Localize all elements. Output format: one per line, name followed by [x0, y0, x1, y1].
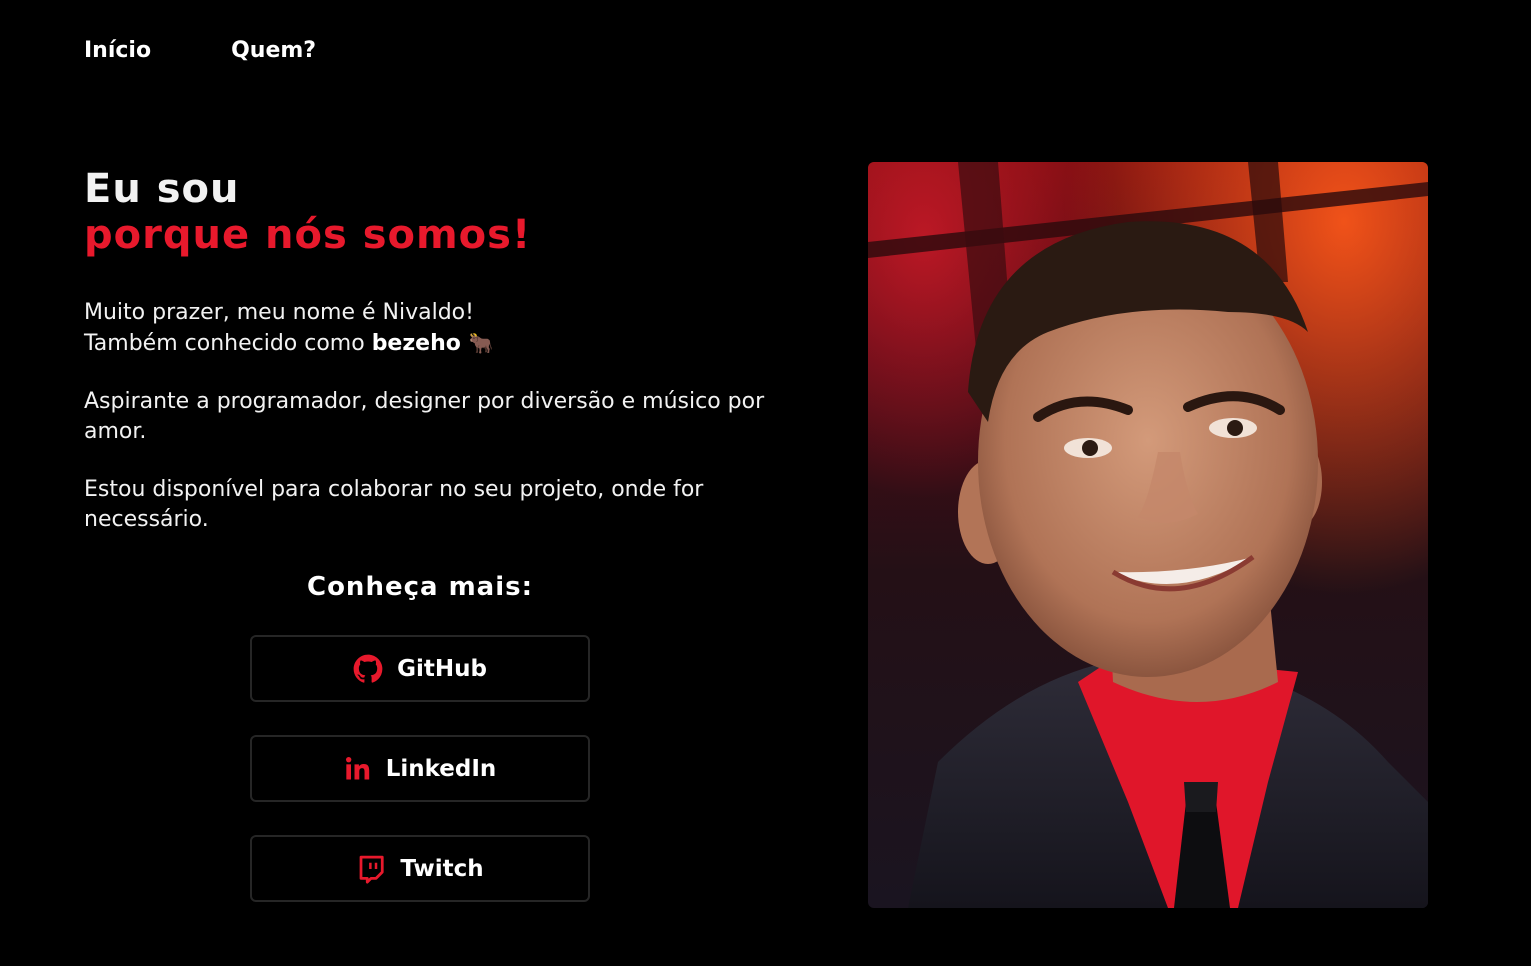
hero-title: Eu sou porque nós somos! — [84, 166, 531, 258]
description-text: Aspirante a programador, designer por di… — [84, 389, 765, 444]
intro-paragraph-name: Muito prazer, meu nome é Nivaldo! Também… — [84, 298, 774, 359]
twitch-label: Twitch — [400, 855, 484, 882]
linkedin-button[interactable]: LinkedIn — [250, 735, 590, 802]
nav-link-quem[interactable]: Quem? — [231, 36, 316, 66]
hero-title-line2: porque nós somos! — [84, 212, 532, 258]
alias-name: bezeho — [371, 331, 461, 356]
twitch-icon — [356, 854, 386, 884]
twitch-button[interactable]: Twitch — [250, 835, 590, 902]
social-links: GitHub LinkedIn Twitch — [250, 635, 590, 935]
greeting-text: Muito prazer, meu nome é Nivaldo! — [84, 300, 474, 325]
profile-photo — [868, 162, 1428, 908]
hero-title-line1: Eu sou — [84, 166, 240, 212]
nav-link-inicio[interactable]: Início — [84, 36, 151, 66]
linkedin-label: LinkedIn — [385, 755, 497, 782]
linkedin-icon — [344, 755, 372, 783]
page: Início Quem? Eu sou porque nós somos! Mu… — [0, 0, 1531, 966]
alias-prefix-text: Também conhecido como — [84, 331, 365, 356]
top-nav: Início Quem? — [84, 36, 316, 66]
github-label: GitHub — [397, 655, 487, 682]
intro-text: Muito prazer, meu nome é Nivaldo! Também… — [84, 298, 774, 535]
github-button[interactable]: GitHub — [250, 635, 590, 702]
bull-emoji-icon: 🐂 — [468, 331, 494, 355]
links-section-title: Conheça mais: — [306, 572, 534, 602]
github-icon — [353, 654, 383, 684]
availability-text: Estou disponível para colaborar no seu p… — [84, 477, 704, 532]
